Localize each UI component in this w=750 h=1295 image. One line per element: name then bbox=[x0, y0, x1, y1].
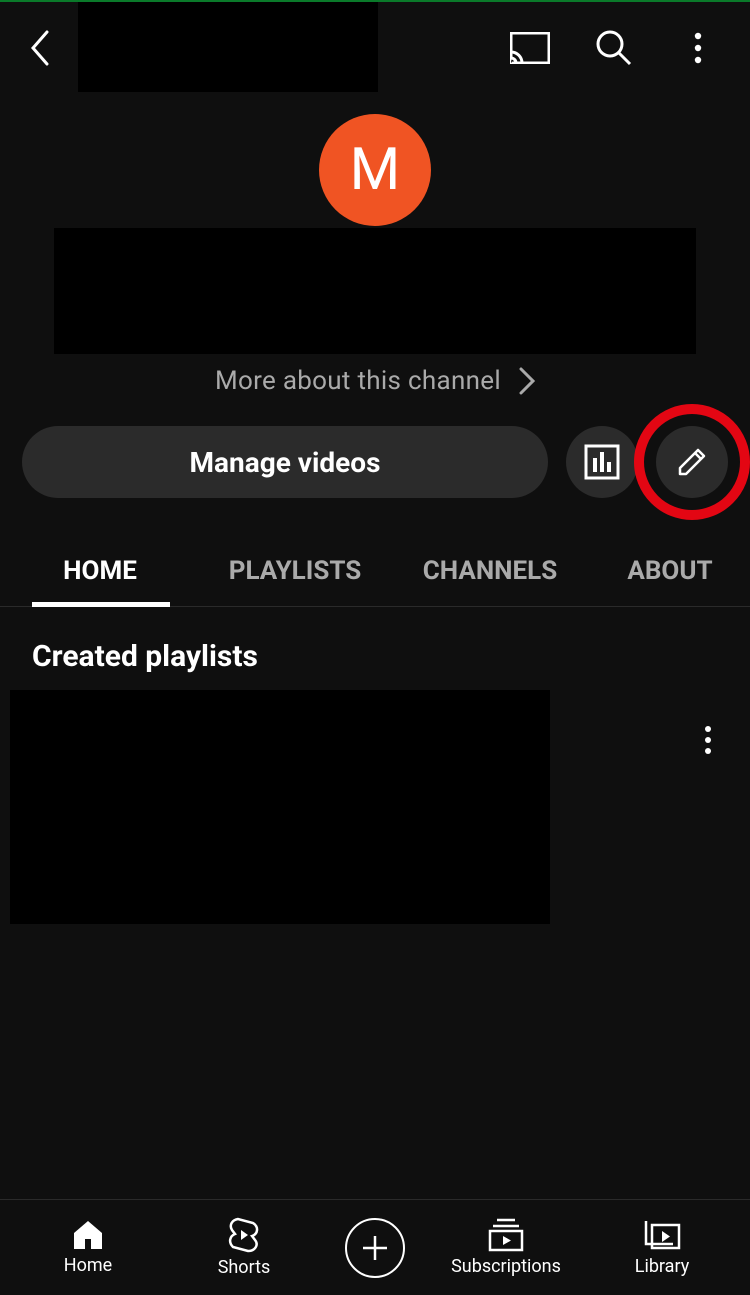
more-options-button[interactable] bbox=[676, 26, 720, 70]
analytics-button[interactable] bbox=[566, 426, 638, 498]
playlist-item[interactable] bbox=[0, 690, 750, 924]
nav-create[interactable] bbox=[335, 1218, 415, 1278]
top-bar bbox=[0, 0, 750, 94]
pencil-icon bbox=[674, 444, 710, 480]
playlist-options-button[interactable] bbox=[688, 720, 728, 760]
library-icon bbox=[643, 1218, 681, 1252]
nav-library-label: Library bbox=[635, 1256, 690, 1277]
nav-shorts[interactable]: Shorts bbox=[179, 1217, 309, 1278]
cast-button[interactable] bbox=[508, 26, 552, 70]
avatar-letter: M bbox=[350, 136, 401, 204]
nav-home-label: Home bbox=[64, 1255, 112, 1276]
vertical-dots-icon bbox=[704, 725, 712, 755]
nav-home[interactable]: Home bbox=[23, 1219, 153, 1276]
nav-shorts-label: Shorts bbox=[218, 1257, 271, 1278]
tab-channels[interactable]: CHANNELS bbox=[390, 536, 590, 606]
edit-channel-button[interactable] bbox=[656, 426, 728, 498]
nav-subscriptions[interactable]: Subscriptions bbox=[441, 1218, 571, 1277]
create-button bbox=[345, 1218, 405, 1278]
search-button[interactable] bbox=[592, 26, 636, 70]
back-arrow-icon bbox=[29, 30, 51, 66]
section-title-created-playlists: Created playlists bbox=[32, 639, 728, 674]
search-icon bbox=[594, 28, 634, 68]
channel-avatar[interactable]: M bbox=[319, 114, 431, 226]
nav-subscriptions-label: Subscriptions bbox=[451, 1256, 561, 1277]
tab-playlists[interactable]: PLAYLISTS bbox=[200, 536, 390, 606]
vertical-dots-icon bbox=[694, 32, 702, 64]
back-button[interactable] bbox=[20, 28, 60, 68]
tab-about[interactable]: ABOUT bbox=[590, 536, 750, 606]
manage-videos-label: Manage videos bbox=[190, 446, 381, 479]
plus-icon bbox=[359, 1232, 391, 1264]
bottom-nav: Home Shorts Subscriptions Lib bbox=[0, 1199, 750, 1295]
chevron-right-icon bbox=[519, 367, 535, 395]
channel-tabs: HOME PLAYLISTS CHANNELS ABOUT bbox=[0, 536, 750, 607]
shorts-icon bbox=[228, 1217, 260, 1253]
subscriptions-icon bbox=[487, 1218, 525, 1252]
home-icon bbox=[71, 1219, 105, 1251]
analytics-icon bbox=[584, 444, 620, 480]
more-about-label: More about this channel bbox=[215, 366, 501, 396]
channel-title-redacted bbox=[78, 2, 378, 92]
cast-icon bbox=[510, 32, 550, 64]
channel-info-redacted bbox=[54, 228, 696, 354]
nav-library[interactable]: Library bbox=[597, 1218, 727, 1277]
playlist-thumbnail-redacted bbox=[10, 690, 550, 924]
manage-videos-button[interactable]: Manage videos bbox=[22, 426, 548, 498]
more-about-channel[interactable]: More about this channel bbox=[0, 366, 750, 396]
tab-home[interactable]: HOME bbox=[0, 536, 200, 606]
